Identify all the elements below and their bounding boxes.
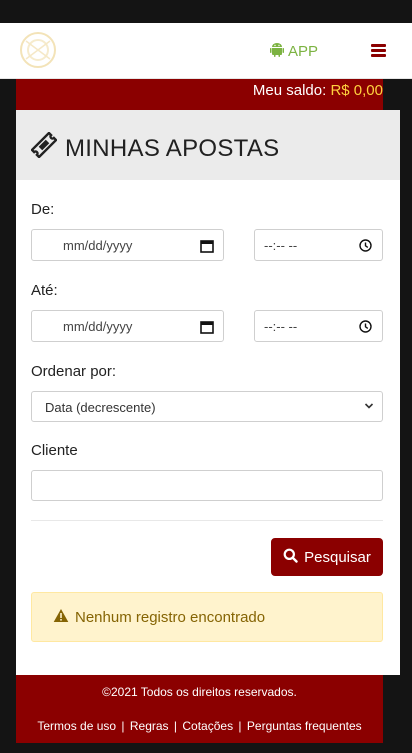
page-title: MINHAS APOSTAS bbox=[30, 131, 280, 165]
client-input[interactable] bbox=[31, 470, 383, 501]
alert-text: Nenhum registro encontrado bbox=[75, 608, 266, 626]
balance-amount: R$ 0,00 bbox=[330, 82, 383, 99]
app-download-link[interactable]: APP bbox=[270, 42, 318, 61]
app-label: APP bbox=[288, 43, 319, 60]
footer-link-rules[interactable]: Regras bbox=[130, 719, 169, 733]
link-separator: | bbox=[173, 719, 178, 733]
footer-link-odds[interactable]: Cotações bbox=[182, 719, 233, 733]
search-icon bbox=[283, 548, 298, 567]
no-records-alert: Nenhum registro encontrado bbox=[31, 592, 383, 642]
from-time-input[interactable]: --:-- -- bbox=[254, 229, 383, 261]
to-label: Até: bbox=[31, 282, 58, 299]
clock-icon[interactable] bbox=[359, 239, 372, 255]
link-separator: | bbox=[238, 719, 242, 733]
hamburger-menu-icon[interactable] bbox=[371, 44, 386, 57]
footer: ©2021 Todos os direitos reservados. Term… bbox=[16, 675, 383, 743]
from-date-input[interactable]: mm/dd/yyyy bbox=[31, 229, 224, 261]
link-separator: | bbox=[121, 719, 125, 733]
android-icon bbox=[270, 42, 284, 61]
balance-label: Meu saldo: bbox=[252, 82, 327, 99]
date-placeholder: mm/dd/yyyy bbox=[63, 319, 133, 334]
footer-link-faq[interactable]: Perguntas frequentes bbox=[247, 719, 362, 733]
to-time-input[interactable]: --:-- -- bbox=[254, 310, 383, 342]
search-button-label: Pesquisar bbox=[304, 548, 371, 566]
footer-links: Termos de uso | Regras | Cotações | Perg… bbox=[16, 719, 383, 733]
balance-bar: Meu saldo: R$ 0,00 bbox=[16, 79, 383, 110]
footer-link-terms[interactable]: Termos de uso bbox=[37, 719, 116, 733]
balance: Meu saldo: R$ 0,00 bbox=[253, 82, 383, 99]
page-title-text: MINHAS APOSTAS bbox=[65, 134, 280, 162]
time-placeholder: --:-- -- bbox=[264, 238, 298, 253]
time-placeholder: --:-- -- bbox=[264, 319, 298, 334]
clock-icon[interactable] bbox=[359, 320, 372, 336]
warning-icon bbox=[53, 608, 69, 627]
to-date-input[interactable]: mm/dd/yyyy bbox=[31, 310, 224, 342]
calendar-icon[interactable] bbox=[200, 320, 214, 337]
top-navbar: APP bbox=[0, 23, 412, 79]
brand-logo[interactable] bbox=[14, 29, 62, 71]
my-bets-card: MINHAS APOSTAS De: mm/dd/yyyy --:-- -- A… bbox=[16, 110, 400, 675]
card-header: MINHAS APOSTAS bbox=[16, 110, 400, 180]
order-selected-value: Data (decrescente) bbox=[45, 400, 156, 415]
search-button[interactable]: Pesquisar bbox=[271, 538, 383, 576]
client-label: Cliente bbox=[31, 442, 78, 459]
order-label: Ordenar por: bbox=[31, 363, 117, 380]
copyright-text: ©2021 Todos os direitos reservados. bbox=[102, 685, 297, 699]
chevron-down-icon bbox=[364, 400, 374, 415]
divider bbox=[31, 520, 383, 521]
ticket-icon bbox=[30, 131, 58, 165]
from-label: De: bbox=[31, 201, 55, 218]
calendar-icon[interactable] bbox=[200, 239, 214, 256]
order-select[interactable]: Data (decrescente) bbox=[31, 391, 383, 422]
date-placeholder: mm/dd/yyyy bbox=[63, 238, 133, 253]
